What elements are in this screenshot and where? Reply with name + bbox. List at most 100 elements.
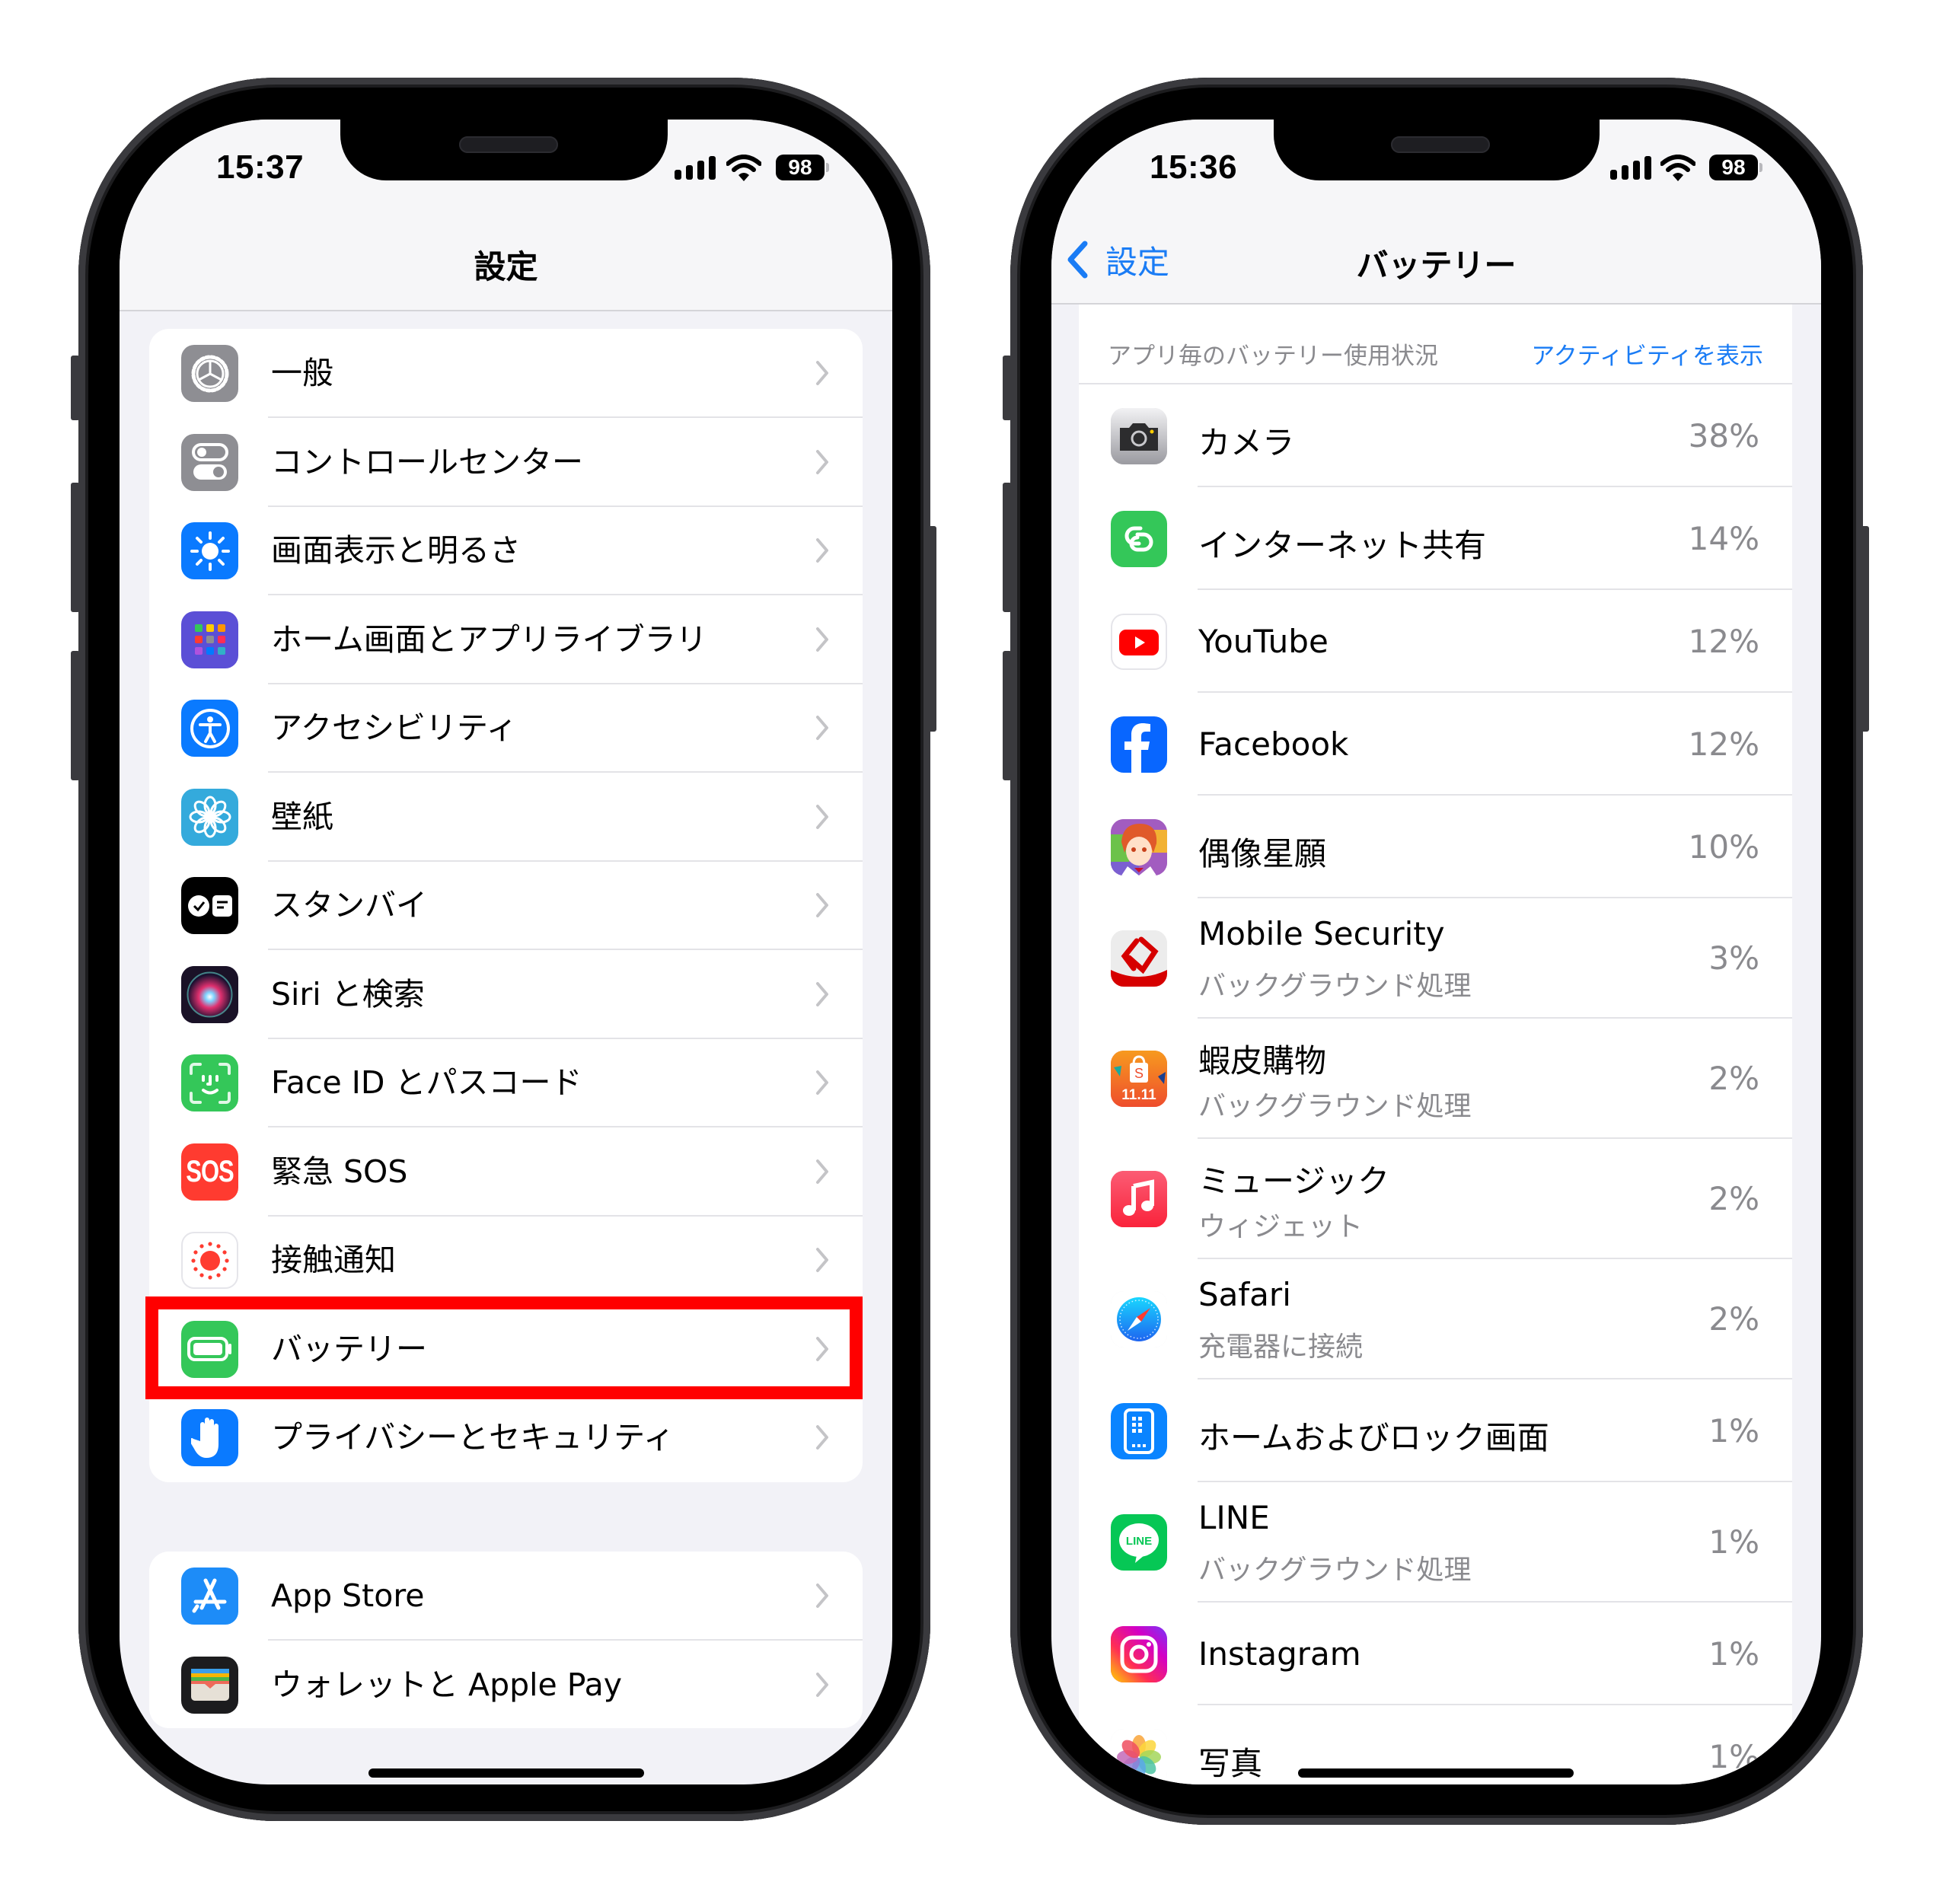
settings-row-app-grid[interactable]: ホーム画面とアプリライブラリ bbox=[149, 595, 863, 684]
app-usage-percent: 2% bbox=[1708, 1300, 1759, 1338]
status-time: 15:37 bbox=[216, 148, 305, 186]
app-usage-percent: 2% bbox=[1708, 1060, 1759, 1097]
shopee-icon: S 11.11 bbox=[1111, 1051, 1167, 1107]
settings-row-label: Siri と検索 bbox=[271, 975, 425, 1013]
app-name: インターネット共有 bbox=[1198, 526, 1487, 564]
chevron-right-icon bbox=[816, 1070, 828, 1095]
idolish7-icon bbox=[1111, 818, 1167, 875]
app-usage-detail: バックグラウンド処理 bbox=[1198, 1555, 1472, 1586]
settings-row-label: ウォレットと Apple Pay bbox=[271, 1666, 623, 1703]
settings-row-siri[interactable]: Siri と検索 bbox=[149, 950, 863, 1039]
settings-row-flower[interactable]: 壁紙 bbox=[149, 773, 863, 862]
app-grid-icon bbox=[181, 611, 238, 668]
photos-icon bbox=[1111, 1728, 1167, 1784]
chevron-right-icon bbox=[816, 361, 828, 385]
app-usage-row[interactable]: インターネット共有 14% bbox=[1079, 487, 1792, 590]
hand-icon bbox=[181, 1409, 238, 1466]
app-usage-row[interactable]: ミュージック ウィジェット 2% bbox=[1079, 1139, 1792, 1259]
settings-row-label: 一般 bbox=[271, 355, 333, 391]
chevron-right-icon bbox=[816, 1583, 828, 1608]
settings-screen: 15:37 98 設定 一般 コントロールセンター 画面表示と明るさ ホーム画面とアプ… bbox=[120, 120, 892, 1784]
line-icon: LINE bbox=[1111, 1514, 1167, 1571]
app-name: Instagram bbox=[1198, 1635, 1361, 1673]
section-header: アプリ毎のバッテリー使用状況 アクティビティを表示 bbox=[1079, 305, 1792, 384]
home-indicator[interactable] bbox=[368, 1768, 644, 1778]
battery-cap bbox=[826, 163, 829, 172]
app-usage-row[interactable]: カメラ 38% bbox=[1079, 384, 1792, 487]
app-name: 蝦皮購物 bbox=[1198, 1042, 1327, 1080]
siri-icon bbox=[181, 965, 238, 1023]
music-icon bbox=[1111, 1171, 1167, 1227]
app-usage-percent: 3% bbox=[1708, 939, 1759, 977]
standby-icon bbox=[181, 877, 238, 934]
settings-row-sos[interactable]: SOS 緊急 SOS bbox=[149, 1127, 863, 1217]
app-name: Safari bbox=[1198, 1276, 1291, 1313]
battery-screen: 15:36 98 設定 バッテリー アプリ毎のバッテリー使用状況 アクティビティ… bbox=[1051, 120, 1821, 1784]
home-indicator[interactable] bbox=[1298, 1768, 1574, 1778]
earpiece bbox=[459, 136, 558, 153]
mobile-security-icon bbox=[1111, 930, 1167, 987]
app-usage-percent: 12% bbox=[1688, 622, 1759, 660]
app-name: YouTube bbox=[1198, 622, 1329, 660]
app-usage-row[interactable]: YouTube 12% bbox=[1079, 590, 1792, 693]
battery-cap bbox=[1759, 163, 1762, 172]
status-time: 15:36 bbox=[1150, 148, 1238, 186]
app-usage-row[interactable]: LINE LINE バックグラウンド処理 1% bbox=[1079, 1482, 1792, 1603]
app-name: ホームおよびロック画面 bbox=[1198, 1418, 1549, 1456]
app-usage-detail: ウィジェット bbox=[1198, 1211, 1364, 1242]
svg-text:LINE: LINE bbox=[1126, 1535, 1152, 1548]
chevron-right-icon bbox=[816, 1672, 828, 1697]
page-title: 設定 bbox=[474, 248, 538, 285]
app-usage-row[interactable]: 偶像星願 10% bbox=[1079, 796, 1792, 898]
settings-row-label: スタンバイ bbox=[271, 887, 427, 923]
earpiece bbox=[1391, 136, 1490, 153]
app-usage-row[interactable]: Facebook 12% bbox=[1079, 693, 1792, 796]
app-usage-row[interactable]: Mobile Security バックグラウンド処理 3% bbox=[1079, 898, 1792, 1019]
sun-icon bbox=[181, 522, 238, 579]
app-name: 写真 bbox=[1198, 1744, 1263, 1782]
app-usage-percent: 12% bbox=[1688, 725, 1759, 763]
app-name: LINE bbox=[1198, 1499, 1270, 1536]
settings-row-sun[interactable]: 画面表示と明るさ bbox=[149, 506, 863, 595]
chevron-right-icon bbox=[816, 538, 828, 563]
app-usage-row[interactable]: S 11.11 蝦皮購物 バックグラウンド処理 2% bbox=[1079, 1019, 1792, 1139]
toggle-switches-icon bbox=[181, 433, 238, 491]
chevron-right-icon bbox=[816, 627, 828, 652]
settings-row-label: 接触通知 bbox=[271, 1242, 396, 1278]
flower-icon bbox=[181, 788, 238, 846]
chevron-right-icon bbox=[816, 1248, 828, 1272]
settings-row-face-id[interactable]: Face ID とパスコード bbox=[149, 1038, 863, 1127]
highlight-box-battery bbox=[145, 1296, 863, 1399]
svg-text:11.11: 11.11 bbox=[1121, 1087, 1156, 1103]
face-id-icon bbox=[181, 1054, 238, 1111]
settings-row-app-store[interactable]: App Store bbox=[149, 1552, 863, 1641]
app-usage-row[interactable]: Instagram 1% bbox=[1079, 1603, 1792, 1705]
page-title: バッテリー bbox=[1356, 247, 1517, 284]
app-usage-percent: 1% bbox=[1708, 1523, 1759, 1561]
settings-row-label: アクセシビリティ bbox=[271, 710, 518, 746]
settings-row-label: ホーム画面とアプリライブラリ bbox=[271, 620, 707, 658]
youtube-icon bbox=[1111, 613, 1167, 670]
app-usage-detail: 充電器に接続 bbox=[1198, 1332, 1364, 1363]
chevron-right-icon bbox=[816, 1425, 828, 1450]
settings-row-label: 緊急 SOS bbox=[271, 1153, 408, 1190]
app-usage-row[interactable]: Safari 充電器に接続 2% bbox=[1079, 1259, 1792, 1379]
camera-icon bbox=[1111, 407, 1167, 464]
settings-row-standby[interactable]: スタンバイ bbox=[149, 861, 863, 950]
app-usage-row[interactable]: ホームおよびロック画面 1% bbox=[1079, 1379, 1792, 1482]
show-activity-link[interactable]: アクティビティを表示 bbox=[1531, 336, 1763, 371]
settings-row-accessibility[interactable]: アクセシビリティ bbox=[149, 684, 863, 773]
chevron-right-icon bbox=[816, 449, 828, 474]
accessibility-icon bbox=[181, 700, 238, 757]
app-name: Facebook bbox=[1198, 725, 1349, 763]
gear-icon bbox=[181, 345, 238, 402]
settings-row-label: 画面表示と明るさ bbox=[271, 532, 521, 569]
settings-row-wallet[interactable]: ウォレットと Apple Pay bbox=[149, 1641, 863, 1729]
settings-row-gear[interactable]: 一般 bbox=[149, 329, 863, 418]
settings-row-label: コントロールセンター bbox=[271, 443, 583, 480]
settings-row-exposure-notification[interactable]: 接触通知 bbox=[149, 1216, 863, 1305]
settings-row-toggle-switches[interactable]: コントロールセンター bbox=[149, 418, 863, 507]
app-usage-percent: 10% bbox=[1688, 828, 1759, 866]
settings-row-hand[interactable]: プライバシーとセキュリティ bbox=[149, 1393, 863, 1482]
app-usage-detail: バックグラウンド処理 bbox=[1198, 1091, 1472, 1122]
